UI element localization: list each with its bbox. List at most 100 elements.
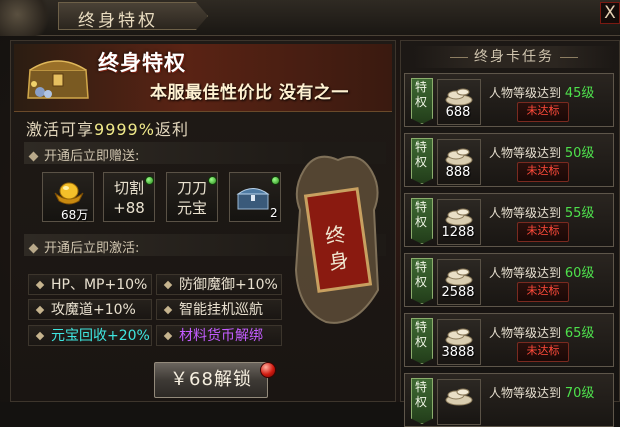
tasks-panel-title: 终身卡任务 — [474, 49, 554, 65]
task-description: 人物等级达到 65级 — [489, 322, 594, 341]
diamond-bullet-icon — [163, 305, 173, 315]
rebate-suffix: 返利 — [154, 120, 189, 139]
task-row: 特权 人物等级达到 70级 — [404, 373, 614, 427]
rebate-text: 激活可享9999%返利 — [26, 116, 189, 140]
banner-title: 终身特权 — [98, 51, 186, 75]
banner-slogan: 本服最佳性价比 没有之一 — [150, 83, 349, 103]
task-level: 50级 — [564, 146, 595, 161]
task-text: 人物等级达到 — [489, 386, 562, 400]
rebate-prefix: 激活可享 — [26, 120, 95, 139]
gift-slot-cut[interactable]: 切割 +88 — [103, 172, 155, 222]
reward-amount: 888 — [445, 165, 471, 180]
dragon-ornament-icon — [0, 0, 58, 36]
diamond-bullet-icon — [163, 280, 173, 290]
close-icon: X — [604, 3, 616, 23]
privilege-badge-label: 特权 — [414, 260, 427, 289]
gift-line1: 刀刀 — [176, 179, 207, 197]
task-row: 特权 1288 人物等级达到 55级 未达标 — [404, 193, 614, 247]
benefit-item: 攻魔道+10% — [28, 299, 152, 320]
gift-qty: 68万 — [61, 208, 89, 222]
diamond-bullet-icon — [163, 331, 173, 341]
task-level: 70级 — [564, 386, 595, 401]
status-button[interactable]: 未达标 — [517, 162, 569, 182]
task-text: 人物等级达到 — [489, 266, 562, 280]
lifetime-plaque-icon: 终 身 — [294, 155, 380, 324]
diamond-bullet-icon — [35, 305, 45, 315]
benefit-item: 防御魔御+10% — [156, 274, 282, 295]
gift-line1: 切割 — [113, 179, 144, 197]
benefit-item: 元宝回收+20% — [28, 325, 152, 346]
reward-amount: 3888 — [441, 345, 475, 360]
gift-line2: +88 — [113, 199, 145, 217]
window-title: 终身特权 — [78, 11, 158, 31]
status-button[interactable]: 未达标 — [517, 342, 569, 362]
diamond-bullet-icon — [35, 331, 45, 341]
coin-pile-icon — [445, 328, 473, 346]
task-text: 人物等级达到 — [489, 146, 562, 160]
unlock-button[interactable]: ￥68解锁 — [154, 362, 268, 398]
coin-pile-icon — [445, 268, 473, 286]
reward-amount: 2588 — [441, 285, 475, 300]
tasks-panel-header: 终身卡任务 — [412, 46, 616, 68]
activate-section-label: 开通后立即激活: — [44, 241, 140, 256]
benefit-item: 材料货币解绑 — [156, 325, 282, 346]
benefit-text: HP、MP+10% — [51, 277, 148, 293]
gift-slot-gold[interactable]: 68万 — [42, 172, 94, 222]
close-button[interactable]: X — [600, 2, 620, 24]
benefit-text: 智能挂机巡航 — [179, 302, 263, 318]
task-level: 65级 — [564, 326, 595, 341]
reward-slot[interactable] — [437, 379, 481, 425]
rebate-value: 9999% — [94, 120, 155, 139]
task-description: 人物等级达到 60级 — [489, 262, 594, 281]
gift-line2: 元宝 — [176, 199, 207, 217]
privilege-badge-label: 特权 — [414, 380, 427, 409]
benefit-item: HP、MP+10% — [28, 274, 152, 295]
privilege-badge-label: 特权 — [414, 200, 427, 229]
privilege-badge-label: 特权 — [414, 80, 427, 109]
task-row: 特权 688 人物等级达到 45级 未达标 — [404, 73, 614, 127]
task-description: 人物等级达到 70级 — [489, 382, 594, 401]
gold-ingot-icon — [54, 182, 84, 205]
plaque-text-2: 身 — [327, 248, 350, 275]
treasure-chest-icon — [236, 188, 270, 210]
treasure-chest-icon — [27, 60, 89, 99]
task-text: 人物等级达到 — [489, 206, 562, 220]
reward-amount: 688 — [445, 105, 471, 120]
coin-pile-icon — [445, 148, 473, 166]
benefit-text: 攻魔道+10% — [51, 302, 136, 318]
reward-amount: 1288 — [441, 225, 475, 240]
divider-left — [450, 56, 468, 58]
task-description: 人物等级达到 50级 — [489, 142, 594, 161]
benefit-item: 智能挂机巡航 — [156, 299, 282, 320]
task-level: 60级 — [564, 266, 595, 281]
status-button[interactable]: 未达标 — [517, 102, 569, 122]
gift-qty: 2 — [270, 206, 278, 220]
diamond-bullet-icon — [28, 243, 39, 254]
task-description: 人物等级达到 55级 — [489, 202, 594, 221]
coin-pile-icon — [445, 388, 473, 406]
status-dot-icon — [271, 176, 280, 185]
privilege-badge-label: 特权 — [414, 320, 427, 349]
task-text: 人物等级达到 — [489, 326, 562, 340]
task-description: 人物等级达到 45级 — [489, 82, 594, 101]
task-level: 45级 — [564, 86, 595, 101]
gift-slot-chest[interactable]: 2 — [229, 172, 281, 222]
diamond-bullet-icon — [35, 280, 45, 290]
coin-pile-icon — [445, 208, 473, 226]
status-button[interactable]: 未达标 — [517, 282, 569, 302]
status-button[interactable]: 未达标 — [517, 222, 569, 242]
diamond-bullet-icon — [28, 151, 39, 162]
coin-pile-icon — [445, 88, 473, 106]
task-text: 人物等级达到 — [489, 86, 562, 100]
task-row: 特权 888 人物等级达到 50级 未达标 — [404, 133, 614, 187]
task-level: 55级 — [564, 206, 595, 221]
gift-slot-blade-yuanbao[interactable]: 刀刀 元宝 — [166, 172, 218, 222]
privilege-badge-label: 特权 — [414, 140, 427, 169]
divider-right — [560, 56, 578, 58]
benefit-text: 元宝回收+20% — [51, 328, 150, 344]
benefit-text: 防御魔御+10% — [179, 277, 278, 293]
red-orb-icon — [260, 362, 276, 378]
gift-section-label: 开通后立即赠送: — [44, 149, 140, 164]
task-row: 特权 2588 人物等级达到 60级 未达标 — [404, 253, 614, 307]
benefit-text: 材料货币解绑 — [179, 328, 263, 344]
